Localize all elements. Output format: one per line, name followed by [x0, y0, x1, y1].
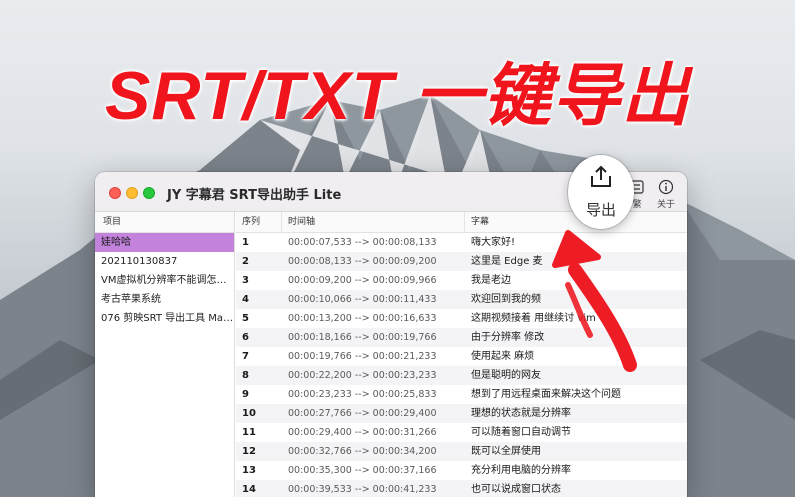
row-index: 7	[242, 351, 249, 362]
row-timecode: 00:00:32,766 --> 00:00:34,200	[288, 446, 437, 457]
row-index: 1	[242, 237, 249, 248]
table-row[interactable]: 5 00:00:13,200 --> 00:00:16,633 这期视频接着 用继续…	[236, 309, 687, 328]
info-icon	[658, 179, 674, 195]
table-row[interactable]: 1 00:00:07,533 --> 00:00:08,133 嗨大家好!	[236, 233, 687, 252]
column-header-timecode[interactable]: 时间轴	[282, 212, 465, 233]
table-row[interactable]: 11 00:00:29,400 --> 00:00:31,266 可以随着窗口自动调…	[236, 423, 687, 442]
row-subtitle: 既可以全屏使用	[471, 446, 541, 457]
row-index: 8	[242, 370, 249, 381]
table-row[interactable]: 7 00:00:19,766 --> 00:00:21,233 使用起来 麻烦	[236, 347, 687, 366]
row-index: 10	[242, 408, 256, 419]
export-label: 导出	[585, 201, 616, 219]
promo-headline: SRT/TXT 一键导出	[105, 58, 690, 134]
sidebar-item[interactable]: 202110130837	[95, 252, 234, 271]
table-row[interactable]: 3 00:00:09,200 --> 00:00:09,966 我是老边	[236, 271, 687, 290]
row-timecode: 00:00:39,533 --> 00:00:41,233	[288, 484, 437, 495]
row-subtitle: 但是聪明的网友	[471, 370, 541, 381]
table-row[interactable]: 13 00:00:35,300 --> 00:00:37,166 充分利用电脑的分辨…	[236, 461, 687, 480]
row-index: 3	[242, 275, 249, 286]
export-icon	[591, 165, 611, 187]
sidebar-item[interactable]: 076 剪映SRT 导出工具 Mac…	[95, 309, 234, 328]
row-subtitle: 嗨大家好!	[471, 237, 516, 248]
row-timecode: 00:00:09,200 --> 00:00:09,966	[288, 275, 437, 286]
row-timecode: 00:00:27,766 --> 00:00:29,400	[288, 408, 437, 419]
row-timecode: 00:00:13,200 --> 00:00:16,633	[288, 313, 437, 324]
sidebar-item[interactable]: 娃哈哈	[95, 233, 234, 252]
row-index: 14	[242, 484, 256, 495]
table-row[interactable]: 8 00:00:22,200 --> 00:00:23,233 但是聪明的网友	[236, 366, 687, 385]
table-row[interactable]: 12 00:00:32,766 --> 00:00:34,200 既可以全屏使用	[236, 442, 687, 461]
row-timecode: 00:00:23,233 --> 00:00:25,833	[288, 389, 437, 400]
subtitle-table: 序列 时间轴 字幕 1 00:00:07,533 --> 00:00:08,133…	[236, 212, 687, 497]
column-header-index[interactable]: 序列	[236, 212, 282, 233]
row-subtitle: 使用起来 麻烦	[471, 351, 535, 362]
window-title: JY 字幕君 SRT导出助手 Lite	[167, 188, 342, 203]
row-subtitle: 充分利用电脑的分辨率	[471, 465, 571, 476]
table-row[interactable]: 10 00:00:27,766 --> 00:00:29,400 理想的状态就是分辨…	[236, 404, 687, 423]
row-subtitle: 由于分辨率 修改	[471, 332, 545, 343]
row-subtitle: 我是老边	[471, 275, 511, 286]
table-row[interactable]: 14 00:00:39,533 --> 00:00:41,233 也可以说成窗口状态	[236, 480, 687, 497]
sidebar-item[interactable]: VM虚拟机分辨率不能调怎么…	[95, 271, 234, 290]
export-button[interactable]: 导出	[568, 155, 634, 229]
row-subtitle: 欢迎回到我的频	[471, 294, 541, 305]
row-subtitle: 想到了用远程桌面来解决这个问题	[471, 389, 621, 400]
row-timecode: 00:00:35,300 --> 00:00:37,166	[288, 465, 437, 476]
row-subtitle: 可以随着窗口自动调节	[471, 427, 571, 438]
row-subtitle: 也可以说成窗口状态	[471, 484, 561, 495]
about-label: 关于	[656, 200, 675, 210]
row-timecode: 00:00:22,200 --> 00:00:23,233	[288, 370, 437, 381]
table-row[interactable]: 4 00:00:10,066 --> 00:00:11,433 欢迎回到我的频	[236, 290, 687, 309]
row-subtitle: 这里是 Edge 麦	[471, 256, 543, 267]
row-index: 5	[242, 313, 249, 324]
row-timecode: 00:00:18,166 --> 00:00:19,766	[288, 332, 437, 343]
row-timecode: 00:00:19,766 --> 00:00:21,233	[288, 351, 437, 362]
project-sidebar: 项目 娃哈哈 202110130837 VM虚拟机分辨率不能调怎么… 考古苹果系…	[95, 212, 235, 497]
sidebar-item[interactable]: 考古苹果系统	[95, 290, 234, 309]
row-index: 2	[242, 256, 249, 267]
row-timecode: 00:00:10,066 --> 00:00:11,433	[288, 294, 437, 305]
row-index: 4	[242, 294, 249, 305]
row-subtitle: 这期视频接着 用继续讨 vim	[471, 313, 596, 324]
row-timecode: 00:00:08,133 --> 00:00:09,200	[288, 256, 437, 267]
row-index: 12	[242, 446, 256, 457]
table-row[interactable]: 9 00:00:23,233 --> 00:00:25,833 想到了用远程桌面来解…	[236, 385, 687, 404]
table-body: 1 00:00:07,533 --> 00:00:08,133 嗨大家好! 2 00:0…	[236, 233, 687, 497]
table-row[interactable]: 6 00:00:18,166 --> 00:00:19,766 由于分辨率 修改	[236, 328, 687, 347]
row-timecode: 00:00:07,533 --> 00:00:08,133	[288, 237, 437, 248]
close-button[interactable]	[109, 187, 121, 199]
table-row[interactable]: 2 00:00:08,133 --> 00:00:09,200 这里是 Edge 麦	[236, 252, 687, 271]
row-index: 6	[242, 332, 249, 343]
minimize-button[interactable]	[126, 187, 138, 199]
row-timecode: 00:00:29,400 --> 00:00:31,266	[288, 427, 437, 438]
row-index: 9	[242, 389, 249, 400]
zoom-button[interactable]	[143, 187, 155, 199]
sidebar-header: 项目	[95, 212, 234, 233]
row-index: 13	[242, 465, 256, 476]
about-toolbar-button[interactable]: 关于	[650, 179, 682, 210]
row-index: 11	[242, 427, 256, 438]
row-subtitle: 理想的状态就是分辨率	[471, 408, 571, 419]
